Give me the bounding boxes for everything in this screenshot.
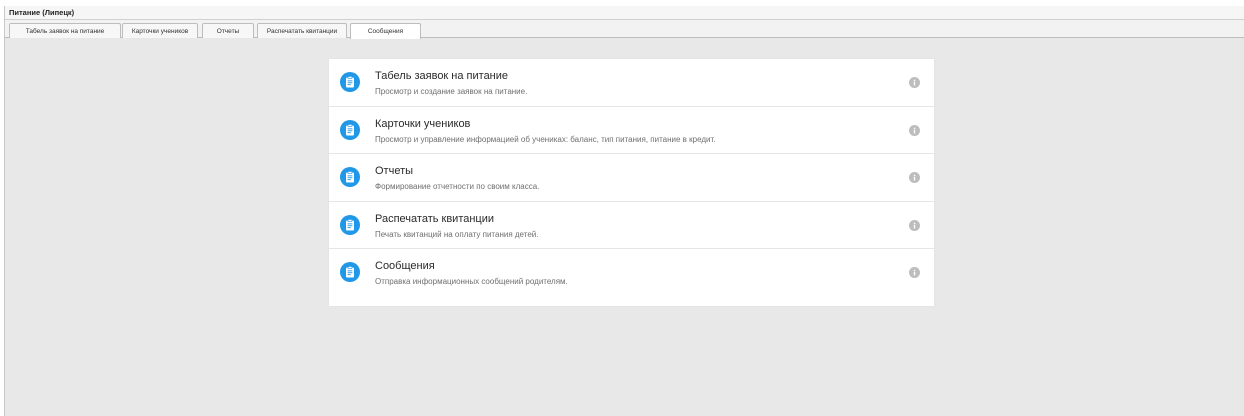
tab-label: Распечатать квитанции [266, 27, 338, 35]
clipboard-icon [340, 167, 360, 187]
menu-item-reports[interactable]: Отчеты Формирование отчетности по своим … [329, 154, 934, 202]
menu-item-title: Табель заявок на питание [375, 70, 509, 82]
tab-messages[interactable]: Сообщения [350, 23, 421, 39]
menu-item-title: Распечатать квитанции [375, 212, 495, 225]
clipboard-icon [340, 214, 360, 235]
info-icon[interactable] [909, 77, 920, 88]
menu-item-messages[interactable]: Сообщения Отправка информационных сообще… [329, 249, 934, 297]
app-window: Питание (Липецк) Табель заявок на питани… [4, 6, 1244, 416]
info-icon[interactable] [909, 172, 920, 183]
tab-reports[interactable]: Отчеты [202, 23, 254, 38]
clipboard-icon [340, 262, 360, 282]
tab-meal-orders[interactable]: Табель заявок на питание [9, 23, 121, 38]
menu-item-description: Печать квитанций на оплату питания детей… [375, 229, 539, 239]
menu-item-description: Просмотр и создание заявок на питание. [375, 87, 528, 96]
clipboard-icon [340, 119, 360, 140]
info-icon[interactable] [909, 124, 920, 136]
tab-label: Табель заявок на питание [25, 27, 105, 35]
window-titlebar: Питание (Липецк) [5, 6, 1244, 20]
menu-item-meal-orders[interactable]: Табель заявок на питание Просмотр и созд… [329, 59, 934, 107]
tab-strip: Табель заявок на питание Карточки ученик… [5, 20, 1244, 39]
info-icon[interactable] [909, 267, 920, 278]
menu-item-student-cards[interactable]: Карточки учеников Просмотр и управление … [329, 107, 934, 154]
tab-print-receipts[interactable]: Распечатать квитанции [257, 23, 347, 38]
window-title: Питание (Липецк) [9, 8, 75, 17]
clipboard-icon [340, 72, 360, 92]
tab-label: Отчеты [216, 27, 240, 35]
menu-item-title: Сообщения [375, 260, 435, 272]
tab-label: Карточки учеников [131, 27, 189, 35]
tab-student-cards[interactable]: Карточки учеников [122, 23, 198, 38]
menu-item-description: Просмотр и управление информацией об уче… [375, 134, 716, 144]
menu-item-description: Формирование отчетности по своим класса. [375, 182, 540, 191]
menu-item-description: Отправка информационных сообщений родите… [375, 277, 568, 286]
menu-item-title: Карточки учеников [375, 117, 471, 130]
menu-item-print-receipts[interactable]: Распечатать квитанции Печать квитанций н… [329, 202, 934, 249]
menu-item-title: Отчеты [375, 165, 414, 177]
info-icon[interactable] [909, 219, 920, 231]
tab-label: Сообщения [367, 28, 404, 35]
menu-card: Табель заявок на питание Просмотр и созд… [329, 59, 934, 306]
